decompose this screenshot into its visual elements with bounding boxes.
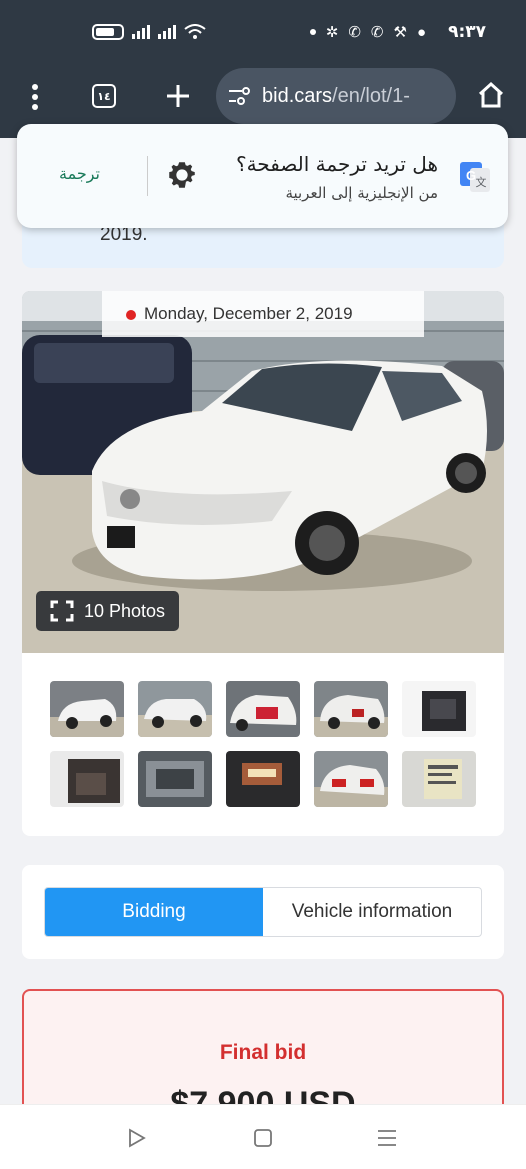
signal-icon <box>132 25 150 39</box>
main-photo[interactable]: Monday, December 2, 2019 10 Photos <box>22 291 504 653</box>
final-bid-label: Final bid <box>219 1041 307 1064</box>
translate-question: هل تريد ترجمة الصفحة؟ <box>235 152 438 176</box>
system-nav-bar <box>0 1104 526 1169</box>
recents-icon[interactable] <box>376 1127 398 1149</box>
thumbnail[interactable] <box>226 681 300 737</box>
thumbnail[interactable] <box>226 751 300 807</box>
back-icon[interactable] <box>126 1127 148 1149</box>
app-2-icon: ⚒ <box>393 24 407 41</box>
thumbnail-grid <box>50 681 478 807</box>
notification-icons: ✲ ✆ ✆ ⚒ ● <box>309 23 426 41</box>
url-path: /en/lot/1- <box>332 84 410 107</box>
thumbnail[interactable] <box>50 681 124 737</box>
photos-button[interactable]: 10 Photos <box>36 591 180 631</box>
photo-date: Monday, December 2, 2019 <box>102 291 424 337</box>
thumbnail[interactable] <box>402 751 476 807</box>
thumbnail[interactable] <box>138 681 212 737</box>
home-nav-icon[interactable] <box>252 1127 274 1149</box>
thumbnail[interactable] <box>138 751 212 807</box>
whatsapp-2-icon: ✆ <box>370 24 384 41</box>
new-tab-icon[interactable] <box>164 82 192 110</box>
wifi-icon <box>184 24 206 39</box>
dot-icon <box>309 29 316 35</box>
tab-vehicle-information[interactable]: Vehicle information <box>263 888 481 936</box>
signal-2-icon <box>158 25 176 39</box>
tabs-card: Bidding Vehicle information <box>22 865 504 959</box>
address-bar[interactable]: bid.cars/en/lot/1- <box>216 68 456 124</box>
translate-subtitle: من الإنجليزية إلى العربية <box>285 184 438 202</box>
tab-count-button[interactable]: ١٤ <box>92 84 116 108</box>
photo-date-text: Monday, December 2, 2019 <box>144 304 353 323</box>
live-dot-icon <box>126 310 136 320</box>
google-translate-icon: G文 <box>460 162 490 192</box>
status-icons-left <box>92 24 206 40</box>
svg-text:文: 文 <box>476 175 487 189</box>
translate-button[interactable]: ترجمة <box>59 164 100 183</box>
final-bid-amount: $7,900 USD <box>170 1085 356 1104</box>
app-icon: ✲ <box>325 24 339 41</box>
url-host: bid.cars <box>262 84 333 107</box>
clock: ٩:٣٧ <box>448 22 486 42</box>
translate-prompt: G文 هل تريد ترجمة الصفحة؟ من الإنجليزية إ… <box>17 124 508 228</box>
tab-bar: Bidding Vehicle information <box>44 887 482 937</box>
fullscreen-icon <box>50 600 74 622</box>
site-settings-icon[interactable] <box>228 86 252 106</box>
final-bid-card: Final bid $7,900 USD <box>22 989 504 1104</box>
photos-count: 10 Photos <box>84 600 166 621</box>
divider <box>147 156 148 196</box>
menu-icon[interactable] <box>24 82 46 112</box>
page-content: 2019. Monday, December 2, 2019 10 Photos… <box>0 138 526 1104</box>
home-icon[interactable] <box>476 80 506 110</box>
gallery-card: Monday, December 2, 2019 10 Photos <box>22 291 504 836</box>
chat-icon: ● <box>416 23 426 41</box>
thumbnail[interactable] <box>314 681 388 737</box>
thumbnail[interactable] <box>314 751 388 807</box>
thumbnail[interactable] <box>402 681 476 737</box>
gear-icon[interactable] <box>165 158 199 192</box>
whatsapp-icon: ✆ <box>348 24 361 41</box>
status-bar: ✲ ✆ ✆ ⚒ ● ٩:٣٧ <box>0 0 526 64</box>
thumbnail[interactable] <box>50 751 124 807</box>
battery-icon <box>92 24 124 40</box>
tab-bidding[interactable]: Bidding <box>45 888 263 936</box>
